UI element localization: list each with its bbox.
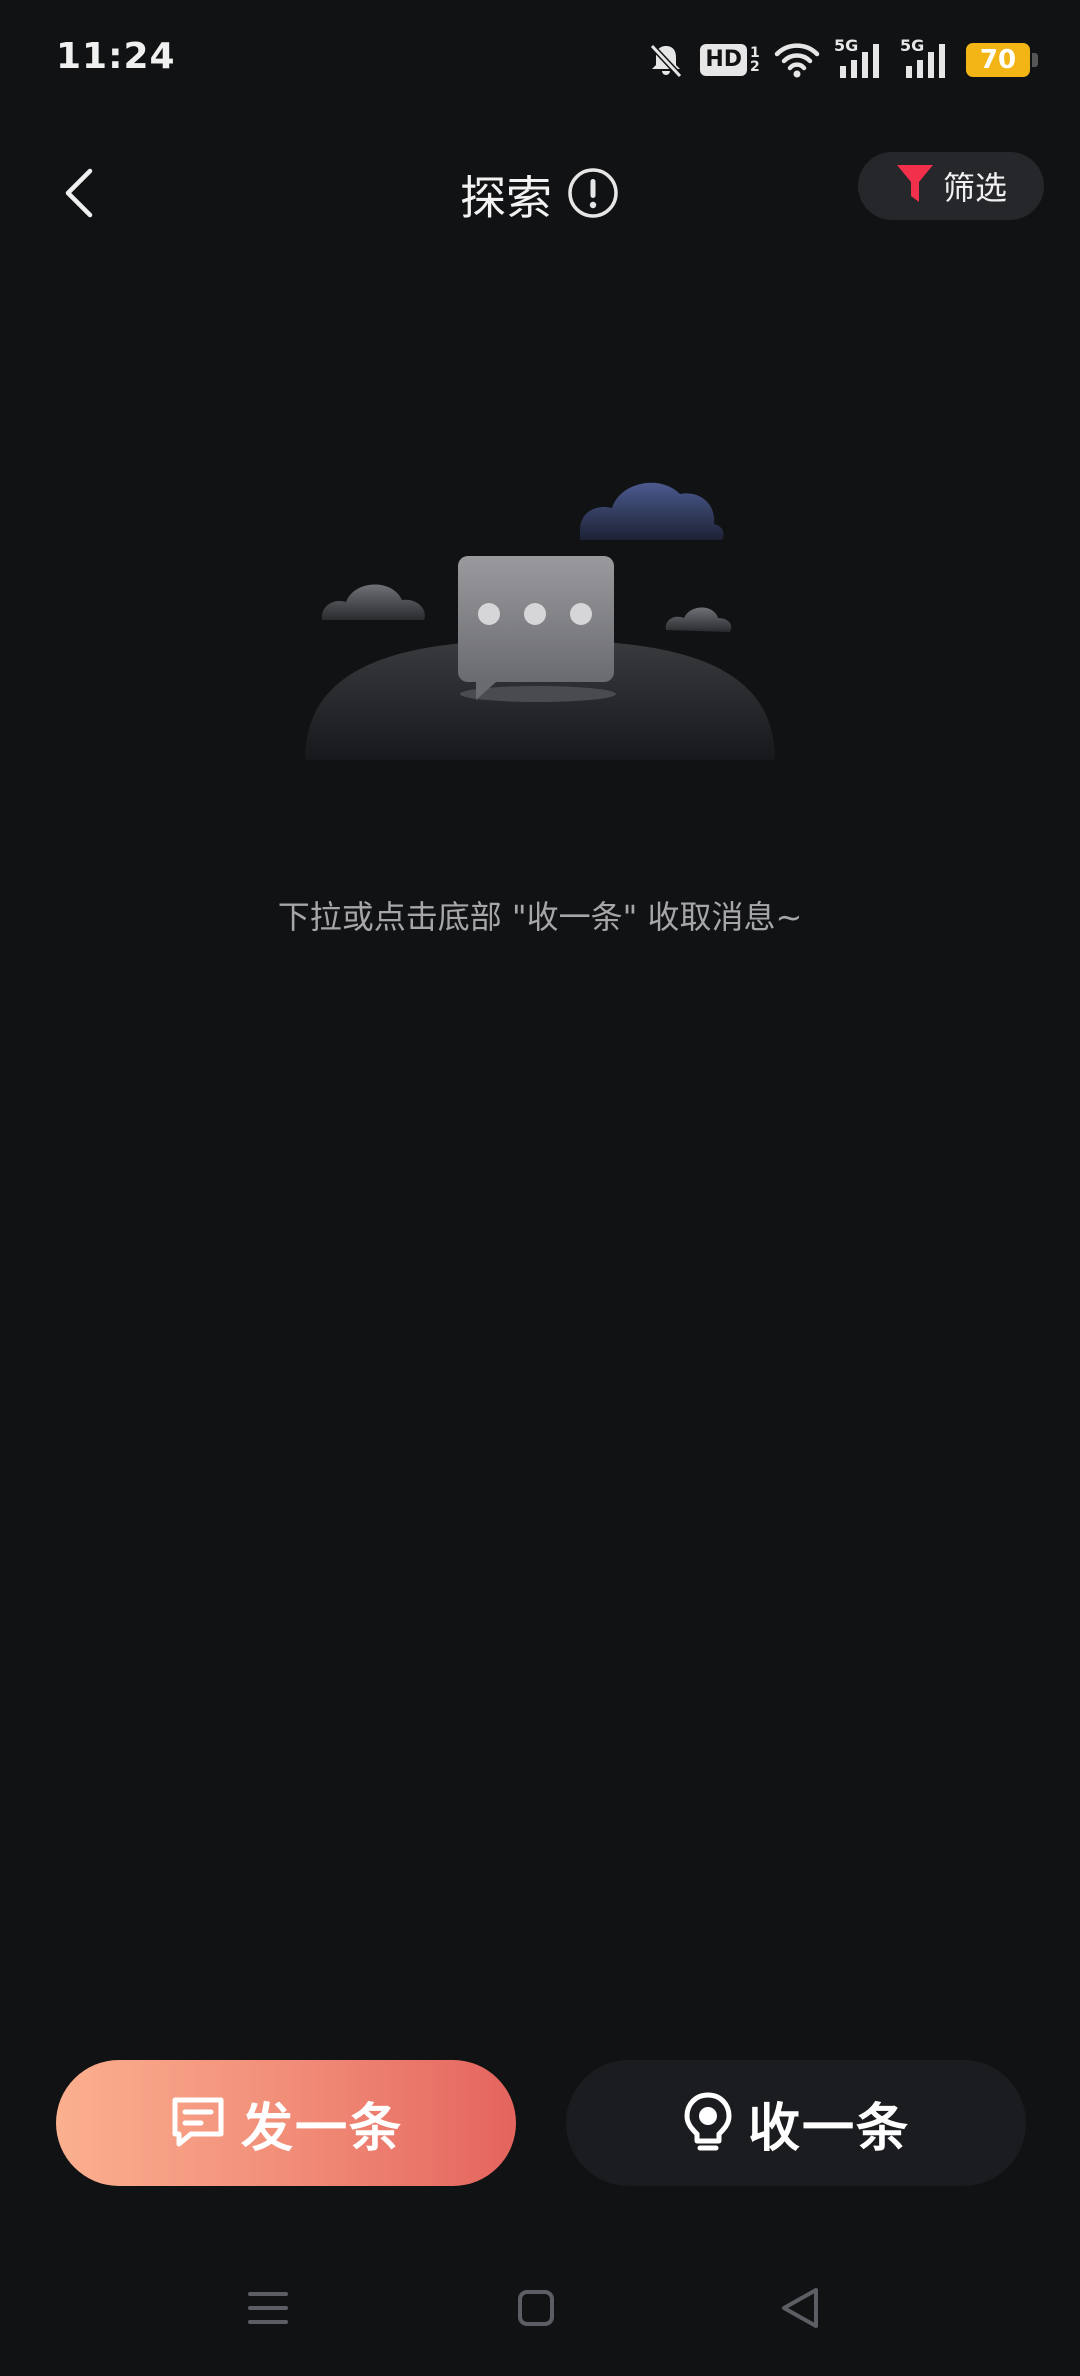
receive-message-button[interactable]: 收一条 [566,2060,1026,2186]
system-nav-bar [0,2270,1080,2350]
status-icons: HD 1 2 5G 5G 70 [646,36,1038,84]
receive-label: 收一条 [747,2098,910,2159]
message-square-icon [169,2092,227,2154]
empty-hint-text: 下拉或点击底部 "收一条" 收取消息~ [277,898,803,936]
status-time: 11:24 [56,36,176,77]
explore-screen: 11:24 HD 1 2 5G 5G 70 探索 筛选 下拉或点击底部 "收一条… [0,0,1080,2376]
nav-menu-button[interactable] [228,2270,308,2350]
lightbulb-icon [682,2091,734,2155]
exclamation-circle-icon [567,167,619,223]
header: 探索 筛选 [0,140,1080,250]
action-bar: 发一条 收一条 [56,2060,1026,2186]
battery-icon: 70 [966,43,1038,77]
send-message-button[interactable]: 发一条 [56,2060,516,2186]
hd-voice-icon: HD 1 2 [700,44,760,76]
signal-5g-icon: 5G [834,36,886,80]
signal-5g-icon-2: 5G [900,36,952,80]
bell-muted-icon [646,40,686,80]
nav-back-button[interactable] [760,2270,840,2350]
square-icon [516,2288,556,2332]
battery-level: 70 [979,45,1017,75]
wifi-icon [774,40,820,80]
page-title: 探索 [460,171,552,225]
empty-state-illustration [290,460,790,780]
info-button[interactable] [566,168,620,222]
nav-home-button[interactable] [496,2270,576,2350]
status-bar: 11:24 HD 1 2 5G 5G 70 [0,0,1080,120]
filter-button[interactable]: 筛选 [858,152,1044,220]
filter-label: 筛选 [942,169,1007,207]
menu-icon [246,2288,290,2332]
triangle-back-icon [778,2286,822,2334]
send-label: 发一条 [240,2098,403,2159]
funnel-icon [895,162,935,210]
